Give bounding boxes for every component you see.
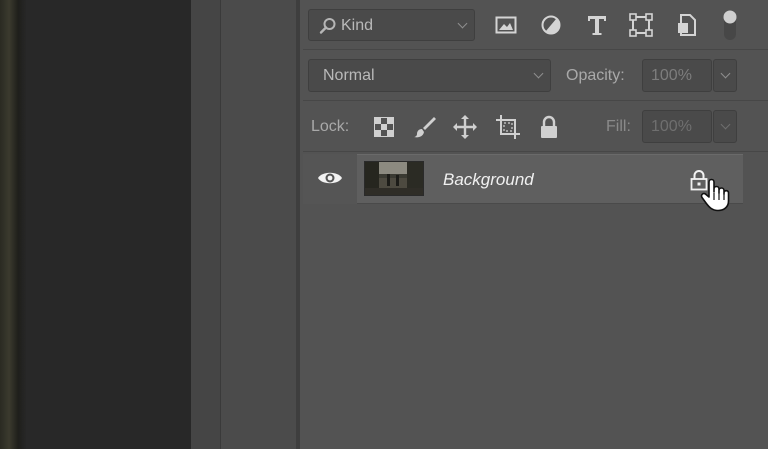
chevron-down-icon — [533, 68, 544, 79]
panel-divider — [303, 151, 768, 152]
smart-object-filter-icon[interactable] — [675, 12, 699, 38]
opacity-value: 100% — [651, 67, 692, 84]
chevron-down-icon — [457, 18, 468, 29]
lock-all-icon[interactable] — [537, 114, 561, 140]
panel-divider — [303, 100, 768, 101]
lock-transparent-pixels-icon[interactable] — [372, 115, 396, 139]
filter-toggle-icon[interactable] — [720, 6, 740, 44]
search-icon — [319, 17, 337, 35]
shape-filter-icon[interactable] — [628, 12, 654, 38]
lock-label: Lock: — [311, 118, 350, 135]
canvas-image-edge — [0, 0, 26, 449]
layer-visibility-toggle[interactable] — [303, 154, 357, 204]
panel-dock-column — [191, 0, 221, 449]
layer-filter-kind-dropdown[interactable]: Kind — [308, 9, 475, 41]
lock-artboard-crop-icon[interactable] — [494, 113, 522, 141]
blend-mode-dropdown[interactable]: Normal — [308, 59, 551, 92]
type-filter-icon[interactable] — [584, 12, 610, 38]
hand-cursor-icon — [698, 177, 732, 213]
layer-name[interactable]: Background — [443, 171, 534, 188]
lock-position-move-icon[interactable] — [451, 113, 479, 141]
fill-slider-button[interactable] — [713, 110, 737, 143]
fill-input[interactable]: 100% — [642, 110, 712, 143]
panel-divider — [303, 49, 768, 50]
panel-dock-column — [221, 0, 296, 449]
opacity-label: Opacity: — [566, 67, 625, 84]
opacity-slider-button[interactable] — [713, 59, 737, 92]
opacity-input[interactable]: 100% — [642, 59, 712, 92]
lock-image-pixels-brush-icon[interactable] — [412, 114, 438, 140]
fill-label: Fill: — [606, 118, 631, 135]
image-filter-icon[interactable] — [494, 13, 518, 37]
eye-icon — [317, 168, 343, 188]
filter-kind-label: Kind — [341, 17, 374, 34]
layer-thumbnail — [364, 161, 424, 196]
blend-mode-value: Normal — [323, 67, 375, 84]
canvas-area — [26, 0, 191, 449]
chevron-down-icon — [720, 68, 731, 79]
fill-value: 100% — [651, 118, 692, 135]
adjustment-filter-icon[interactable] — [539, 13, 563, 37]
chevron-down-icon — [720, 119, 731, 130]
